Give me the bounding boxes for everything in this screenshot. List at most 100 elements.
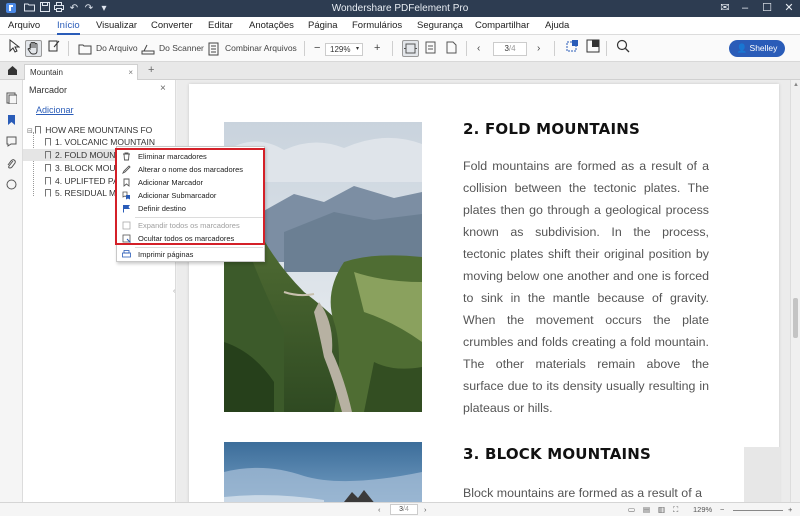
close-tab-icon[interactable]: × [128, 65, 133, 80]
menu-formularios[interactable]: Formulários [352, 17, 402, 35]
tab-label: Mountain [30, 68, 63, 77]
status-page-input[interactable]: 3/4 [390, 504, 418, 515]
mail-icon[interactable]: ✉ [714, 0, 736, 17]
bookmark-item-label: 5. RESIDUAL M [55, 188, 117, 198]
from-scanner-label: Do Scanner [159, 43, 204, 53]
add-bookmark-link[interactable]: Adicionar [36, 105, 74, 115]
status-prev-page-button[interactable]: ‹ [378, 504, 381, 515]
continuous-view-icon[interactable]: ▤ [643, 504, 650, 515]
menu-compartilhar[interactable]: Compartilhar [475, 17, 529, 35]
menu-item-label: Eliminar marcadores [138, 152, 207, 161]
menu-anotacoes[interactable]: Anotações [249, 17, 294, 35]
menu-item-set-destination[interactable]: Definir destino [117, 202, 264, 215]
title-bar: ↶ ↷ ▾ Wondershare PDFelement Pro ✉ – ☐ ✕ [0, 0, 800, 17]
menu-converter[interactable]: Converter [151, 17, 193, 35]
scroll-up-icon[interactable]: ▲ [793, 82, 799, 88]
menu-seguranca[interactable]: Segurança [417, 17, 463, 35]
menu-pagina[interactable]: Página [308, 17, 338, 35]
status-zoom-out-button[interactable]: − [720, 504, 724, 515]
menu-item-label: Ocultar todos os marcadores [138, 234, 235, 243]
prev-page-button[interactable]: ‹ [477, 39, 480, 58]
fit-page-icon[interactable] [423, 40, 440, 57]
close-button[interactable]: ✕ [778, 0, 800, 17]
menu-inicio[interactable]: Início [57, 17, 80, 35]
bookmark-root-label: HOW ARE MOUNTAINS FO [45, 125, 153, 135]
status-zoom-in-button[interactable]: + [788, 504, 792, 515]
bookmark-root[interactable]: ⊟ HOW ARE MOUNTAINS FO [27, 124, 175, 136]
collapse-panel-handle[interactable]: ‹ [173, 288, 175, 295]
menu-editar[interactable]: Editar [208, 17, 233, 35]
menu-item-print-pages[interactable]: Imprimir páginas [117, 248, 264, 261]
trash-icon [123, 152, 130, 161]
from-scanner-button[interactable]: Do Scanner [141, 39, 204, 58]
scrollbar-thumb[interactable] [793, 298, 798, 338]
bookmark-flag-icon [45, 189, 51, 197]
maximize-button[interactable]: ☐ [756, 0, 778, 17]
search-icon[interactable] [616, 39, 630, 58]
crop-icon[interactable] [565, 39, 579, 58]
edit-tool-icon[interactable] [48, 39, 60, 58]
tab-mountain[interactable]: Mountain × [24, 64, 138, 80]
menu-visualizar[interactable]: Visualizar [96, 17, 137, 35]
collapse-tree-icon[interactable]: ⊟ [27, 128, 33, 135]
menu-item-expand-all[interactable]: Expandir todos os marcadores [117, 219, 264, 232]
bookmark-context-menu: Eliminar marcadores Alterar o nome dos m… [116, 146, 265, 262]
minimize-button[interactable]: – [734, 0, 756, 17]
pdf-page: 2. FOLD MOUNTAINS Fold mountains are for… [189, 84, 779, 502]
search-results-icon[interactable] [6, 179, 17, 190]
thumbnails-icon[interactable] [6, 92, 18, 105]
menu-item-add-sub-bookmark[interactable]: Adicionar Submarcador [117, 189, 264, 202]
user-account-button[interactable]: 👤 Shelley [729, 40, 785, 57]
fullscreen-icon[interactable]: ⛶ [673, 504, 678, 515]
vertical-scrollbar[interactable]: ▲ [790, 80, 800, 502]
hand-tool-icon[interactable] [25, 40, 42, 57]
close-panel-icon[interactable]: × [160, 83, 166, 94]
bookmark-flag-icon [45, 177, 51, 185]
two-page-view-icon[interactable]: ▥ [658, 504, 665, 515]
menu-item-delete-bookmarks[interactable]: Eliminar marcadores [117, 150, 264, 163]
menu-item-label: Adicionar Submarcador [138, 191, 217, 200]
bookmark-item-3[interactable]: 3. BLOCK MOU [45, 162, 125, 174]
menu-item-label: Definir destino [138, 204, 186, 213]
zoom-in-button[interactable]: + [374, 39, 380, 58]
menu-arquivo[interactable]: Arquivo [8, 17, 40, 35]
from-file-button[interactable]: Do Arquivo [78, 39, 138, 58]
menu-item-add-bookmark[interactable]: Adicionar Marcador [117, 176, 264, 189]
bookmark-icon[interactable] [6, 114, 17, 125]
section-body-fold: Fold mountains are formed as a result of… [463, 159, 709, 415]
next-page-button[interactable]: › [537, 39, 540, 58]
page-number-input[interactable]: 3/4 [493, 42, 527, 56]
home-icon[interactable] [7, 65, 18, 78]
sub-bookmark-icon [122, 191, 130, 200]
bookmark-flag-icon [45, 138, 51, 146]
bookmark-item-4[interactable]: 4. UPLIFTED PA [45, 175, 125, 187]
single-page-icon[interactable] [444, 40, 461, 57]
panel-title: Marcador [29, 85, 68, 95]
status-next-page-button[interactable]: › [424, 504, 427, 515]
zoom-out-button[interactable]: − [314, 39, 320, 58]
zoom-slider[interactable] [733, 510, 783, 511]
menu-item-collapse-all[interactable]: Ocultar todos os marcadores [117, 232, 264, 245]
toolbar: Do Arquivo Do Scanner Combinar Arquivos … [0, 35, 800, 62]
fit-width-icon[interactable] [402, 40, 419, 57]
comments-icon[interactable] [6, 136, 17, 147]
bookmark-panel: Marcador × Adicionar ⊟ HOW ARE MOUNTAINS… [23, 80, 176, 502]
bookmark-item-label: 4. UPLIFTED PA [55, 176, 119, 186]
select-tool-icon[interactable] [8, 38, 21, 58]
combine-files-button[interactable]: Combinar Arquivos [207, 39, 297, 58]
block-mountain-photo [224, 442, 422, 502]
menu-item-rename-bookmarks[interactable]: Alterar o nome dos marcadores [117, 163, 264, 176]
snapshot-icon[interactable] [586, 39, 600, 58]
menu-item-label: Imprimir páginas [138, 250, 194, 259]
attachment-icon[interactable] [6, 158, 17, 169]
add-tab-button[interactable]: + [148, 64, 154, 76]
menu-ajuda[interactable]: Ajuda [545, 17, 569, 35]
user-icon: 👤 [736, 43, 750, 53]
expand-icon [122, 221, 131, 230]
bookmark-add-icon [123, 178, 130, 187]
bookmark-item-5[interactable]: 5. RESIDUAL M [45, 187, 125, 199]
pencil-icon [122, 165, 131, 174]
document-viewport: 2. FOLD MOUNTAINS Fold mountains are for… [177, 80, 790, 502]
zoom-select[interactable]: 129% ▾ [325, 43, 363, 56]
single-page-view-icon[interactable]: ▭ [628, 504, 635, 515]
